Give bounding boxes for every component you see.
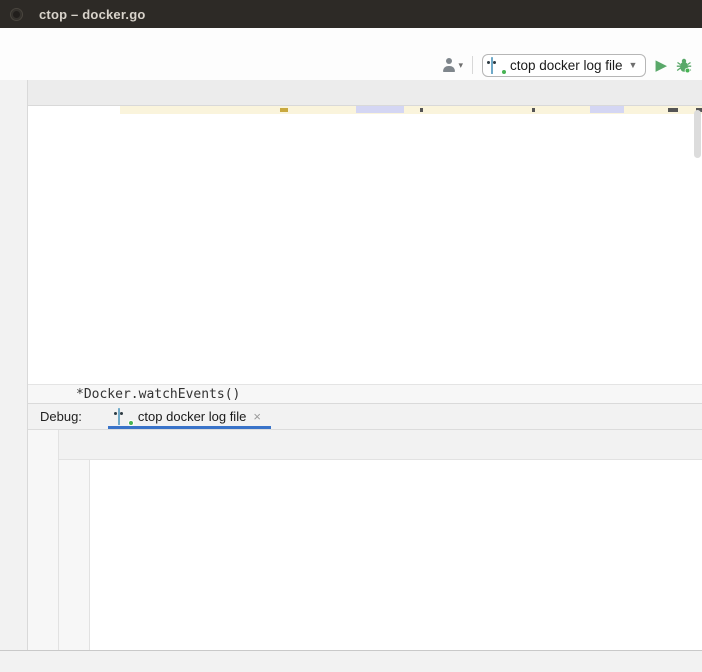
clipped-code-line: [120, 106, 702, 114]
go-run-config-icon: [118, 409, 131, 424]
window-control-button[interactable]: [10, 8, 23, 21]
debug-button[interactable]: [676, 57, 692, 73]
menu-bar: [0, 28, 702, 50]
editor-scrollbar[interactable]: [694, 110, 701, 158]
avatar-icon: [442, 58, 456, 72]
log-output[interactable]: [90, 460, 702, 650]
editor-tab-bar: [28, 80, 702, 106]
divider: [472, 56, 473, 74]
bug-icon: [676, 57, 692, 73]
window-title: ctop – docker.go: [39, 7, 146, 22]
run-configuration-value: ctop docker log file: [510, 58, 623, 73]
debug-view-tab-bar: [59, 430, 702, 460]
run-toolbar: ▾ ctop docker log file ▼ ▶: [442, 54, 692, 77]
console-side-toolbar: [59, 460, 90, 650]
debug-session-tab-label: ctop docker log file: [138, 409, 246, 424]
close-icon[interactable]: ×: [253, 409, 261, 424]
debug-session-tab[interactable]: ctop docker log file ×: [108, 404, 271, 429]
window-titlebar: ctop – docker.go: [0, 0, 702, 28]
tool-window-left-stripe: [0, 80, 28, 650]
vcs-user-button[interactable]: ▾: [442, 58, 463, 72]
debug-tool-window-header: Debug: ctop docker log file ×: [28, 404, 702, 430]
debug-panel-label: Debug:: [28, 404, 82, 429]
code-editor[interactable]: [28, 106, 702, 384]
run-configuration-select[interactable]: ctop docker log file ▼: [482, 54, 646, 77]
go-run-config-icon: [491, 58, 504, 73]
sticky-context-line[interactable]: *Docker.watchEvents(): [28, 384, 702, 404]
chevron-down-icon: ▼: [629, 60, 638, 70]
status-bar: [0, 650, 702, 672]
debug-left-toolbar: [28, 430, 59, 650]
chevron-down-icon: ▾: [458, 60, 463, 71]
run-button[interactable]: ▶: [655, 58, 667, 73]
navigation-bar: ▾ ctop docker log file ▼ ▶: [0, 50, 702, 80]
